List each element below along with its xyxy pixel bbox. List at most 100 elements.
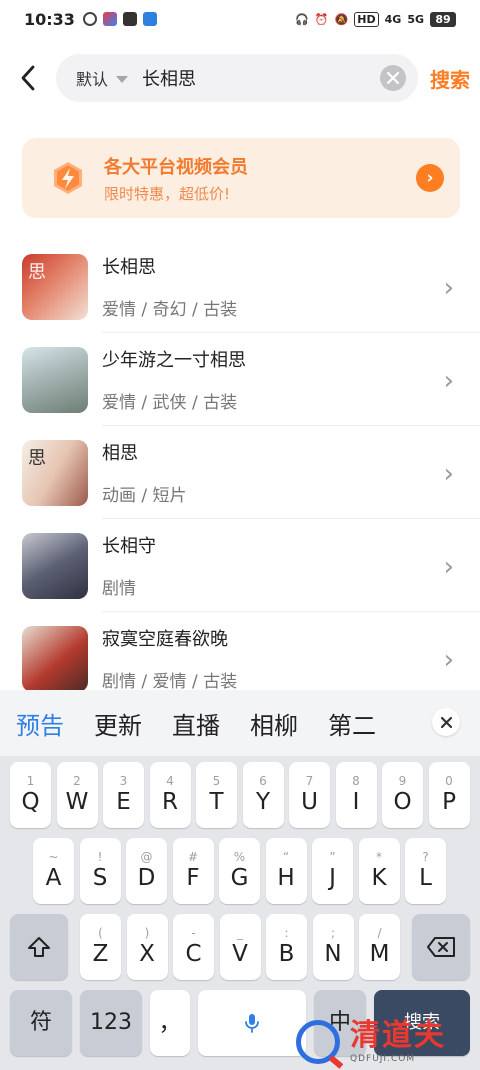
alarm-icon: ⏰ — [314, 12, 329, 26]
key-n[interactable]: ; N — [312, 914, 354, 980]
result-title: 少年游之一寸相思 — [102, 349, 246, 371]
sort-filter-dropdown[interactable]: 默认 — [76, 66, 129, 90]
result-title: 长相思 — [102, 256, 156, 278]
chevron-right-icon: › — [443, 645, 454, 675]
watermark-logo-icon — [296, 1020, 340, 1064]
key-x[interactable]: ) X — [126, 914, 168, 980]
key-l[interactable]: ? L — [405, 838, 446, 904]
key-letter: N — [324, 941, 342, 967]
key-k[interactable]: * K — [358, 838, 400, 904]
result-item[interactable]: 思 长相思 爱情 / 奇幻 / 古装 › — [0, 240, 480, 333]
result-item[interactable]: 长相守 剧情 › — [0, 519, 480, 612]
candidate-word[interactable]: 直播 — [172, 706, 220, 741]
clear-search-button[interactable] — [380, 65, 406, 91]
symbol-key[interactable]: 符 — [10, 990, 72, 1056]
poster-thumbnail: 思 — [22, 439, 88, 506]
poster-glyph: 思 — [28, 447, 46, 469]
result-info: 相思 动画 / 短片 — [102, 426, 480, 519]
key-o[interactable]: 9O — [382, 762, 423, 828]
key-hint: ! — [97, 850, 103, 864]
result-item[interactable]: 少年游之一寸相思 爱情 / 武侠 / 古装 › — [0, 333, 480, 426]
key-hint: 4 — [166, 774, 174, 788]
poster-thumbnail — [22, 625, 88, 692]
key-u[interactable]: 7U — [289, 762, 330, 828]
candidate-word[interactable]: 预告 — [16, 706, 64, 741]
key-letter: Z — [92, 941, 109, 967]
key-b[interactable]: :B — [266, 914, 307, 980]
key-d[interactable]: @ D — [126, 838, 167, 904]
chevron-right-icon: › — [443, 273, 454, 303]
key-letter: R — [162, 789, 178, 815]
key-letter: D — [137, 865, 156, 891]
key-r[interactable]: 4R — [149, 762, 191, 828]
notification-k-icon — [82, 12, 97, 26]
result-info: 长相思 爱情 / 奇幻 / 古装 — [102, 240, 480, 333]
vip-banner-subtitle: 限时特惠，超低价! — [104, 184, 231, 203]
key-letter: I — [352, 789, 360, 815]
number-key-label: 123 — [90, 1010, 132, 1035]
key-hint: ) — [144, 926, 150, 940]
key-z[interactable]: (Z — [80, 914, 121, 980]
symbol-key-label: 符 — [29, 1010, 52, 1035]
key-hint: 6 — [259, 774, 267, 788]
key-letter: F — [186, 865, 200, 891]
chevron-right-icon: › — [443, 552, 454, 582]
poster-thumbnail — [22, 346, 88, 413]
key-hint: 9 — [398, 774, 407, 788]
number-key[interactable]: 123 — [80, 990, 142, 1056]
microphone-icon — [245, 1014, 259, 1033]
key-j[interactable]: ” J — [312, 838, 353, 904]
key-h[interactable]: “H — [265, 838, 307, 904]
backspace-key[interactable] — [412, 914, 470, 980]
key-e[interactable]: 3E — [103, 762, 144, 828]
key-q[interactable]: 1Q — [10, 762, 51, 828]
back-arrow-icon — [21, 65, 35, 91]
key-letter: P — [442, 789, 456, 815]
candidate-word[interactable]: 更新 — [94, 706, 142, 741]
watermark: 清道夫 QDFUJI.COM — [296, 1014, 480, 1070]
back-button[interactable] — [0, 52, 56, 104]
search-submit-button[interactable]: 搜索 — [430, 64, 470, 93]
status-notification-icons — [82, 12, 157, 26]
key-hint: ? — [422, 850, 429, 864]
watermark-url: QDFUJI.COM — [350, 1054, 416, 1064]
key-w[interactable]: 2W — [56, 762, 98, 828]
space-key[interactable] — [198, 990, 306, 1056]
key-hint: / — [377, 926, 382, 940]
diamond-lightning-icon — [54, 162, 82, 194]
keyboard-row-1: 1Q2W3E4R5T6Y7U8I9O0P — [0, 762, 480, 828]
shift-key[interactable] — [10, 914, 68, 980]
key-f[interactable]: # F — [172, 838, 214, 904]
key-m[interactable]: / M — [359, 914, 400, 980]
key-p[interactable]: 0P — [428, 762, 470, 828]
key-letter: H — [277, 865, 295, 891]
key-i[interactable]: 8I — [335, 762, 377, 828]
key-hint: 2 — [73, 774, 81, 788]
key-hint: - — [191, 926, 196, 940]
search-box[interactable]: 默认 长相思 — [56, 54, 418, 102]
notification-app-icon — [102, 12, 117, 26]
keyboard-row-3: (Z) X - C _ V: B; N / M — [0, 914, 480, 980]
key-hint: ~ — [48, 850, 59, 864]
key-g[interactable]: % G — [219, 838, 260, 904]
key-t[interactable]: 5T — [196, 762, 237, 828]
search-results-list: 思 长相思 爱情 / 奇幻 / 古装 › 少年游之一寸相思 爱情 / 武侠 / … — [0, 240, 480, 705]
search-input[interactable]: 长相思 — [142, 65, 380, 91]
key-y[interactable]: 6Y — [242, 762, 284, 828]
close-candidates-button[interactable] — [432, 708, 460, 736]
key-hint: ( — [98, 926, 103, 940]
candidate-word[interactable]: 第二 — [328, 706, 376, 741]
candidate-word[interactable]: 相柳 — [250, 706, 298, 741]
key-c[interactable]: -C — [173, 914, 214, 980]
key-letter: A — [45, 865, 62, 891]
comma-key[interactable]: ， — [150, 990, 190, 1056]
result-item[interactable]: 思 相思 动画 / 短片 › — [0, 426, 480, 519]
key-hint: 0 — [445, 774, 453, 788]
vip-banner-texts: 各大平台视频会员 限时特惠，超低价! — [104, 153, 416, 204]
result-tags: 剧情 / 爱情 / 古装 — [102, 671, 238, 692]
status-bar: 10:33 🎧 ⏰ 🔕 HD 4G 5G 89 — [0, 0, 480, 38]
key-s[interactable]: ! S — [79, 838, 121, 904]
key-a[interactable]: ~ A — [33, 838, 74, 904]
vip-promo-banner[interactable]: 各大平台视频会员 限时特惠，超低价! › — [22, 138, 460, 218]
key-v[interactable]: _ V — [219, 914, 261, 980]
